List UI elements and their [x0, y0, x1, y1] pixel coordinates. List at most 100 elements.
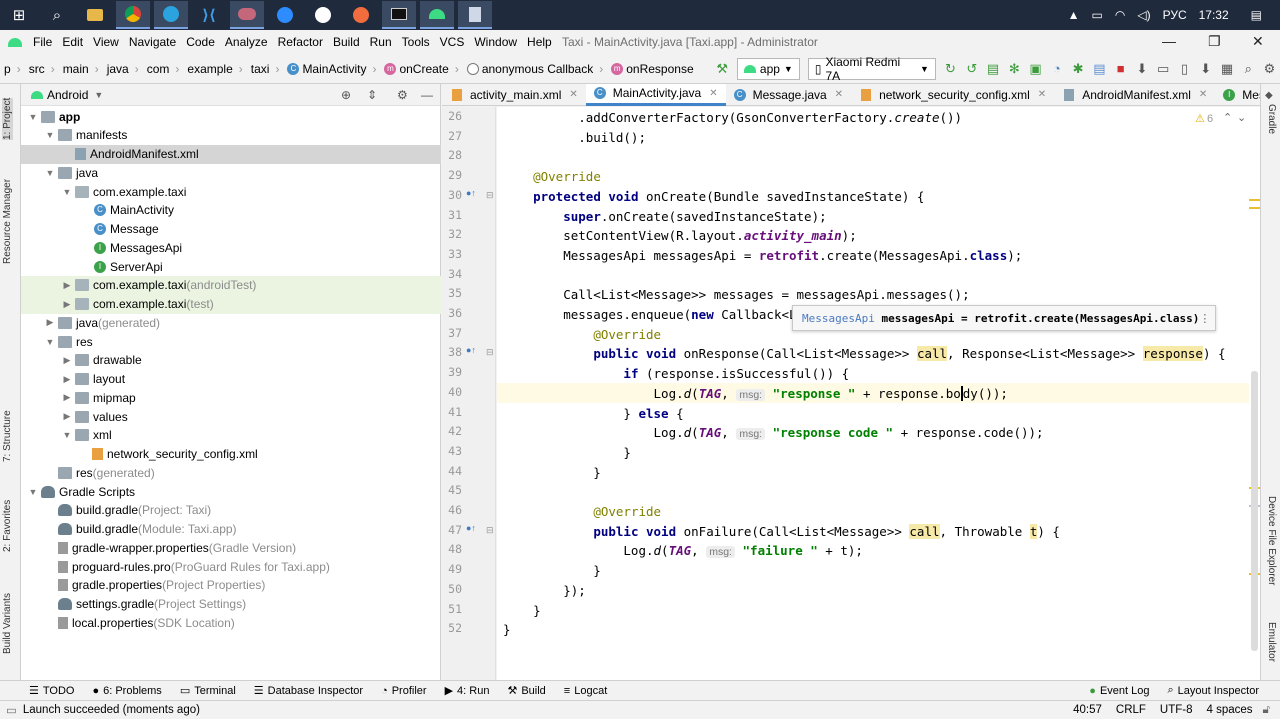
tray-chevron-icon[interactable]: ▲ [1068, 8, 1080, 22]
warning-icon[interactable]: ⚠ [1195, 112, 1205, 125]
close-tab-icon[interactable]: ✕ [1038, 89, 1046, 100]
menu-edit[interactable]: Edit [57, 35, 88, 49]
apply-changes-icon[interactable]: ↻ [940, 58, 961, 80]
minimize-icon[interactable]: — [1162, 33, 1176, 49]
profiler-tab[interactable]: ◔ Profiler [372, 685, 436, 697]
collapse-arrow-icon[interactable]: ▶ [61, 299, 73, 310]
tree-item[interactable]: build.gradle (Project: Taxi) [21, 501, 441, 520]
scroll-thumb[interactable] [1251, 371, 1258, 651]
override-marker-icon[interactable]: ●↑ [466, 523, 476, 533]
tree-item[interactable]: ▶ mipmap [21, 388, 441, 407]
tree-item[interactable]: ▶ java (generated) [21, 313, 441, 332]
windows-start-icon[interactable]: ⊞ [2, 1, 36, 29]
search-everywhere-icon[interactable]: ⌕ [1238, 58, 1259, 80]
menu-build[interactable]: Build [328, 35, 365, 49]
collapse-arrow-icon[interactable]: ▶ [61, 392, 73, 403]
chrome-icon[interactable] [116, 1, 150, 29]
file-encoding[interactable]: UTF-8 [1160, 704, 1193, 716]
override-marker-icon[interactable]: ●↑ [466, 345, 476, 355]
search-icon[interactable]: ⌕ [40, 1, 74, 29]
menu-view[interactable]: View [88, 35, 124, 49]
make-project-icon[interactable]: ⚒ [712, 58, 733, 80]
editor-scrollbar[interactable] [1249, 107, 1260, 680]
layout-inspector-tab[interactable]: ⌕ Layout Inspector [1158, 684, 1268, 697]
tree-item[interactable]: gradle.properties (Project Properties) [21, 576, 441, 595]
collapse-arrow-icon[interactable]: ▶ [61, 374, 73, 385]
prev-highlight-icon[interactable]: ⌃ [1223, 111, 1232, 124]
device-file-explorer-tab[interactable]: Device File Explorer [1266, 496, 1277, 585]
tree-item[interactable]: settings.gradle (Project Settings) [21, 595, 441, 614]
tree-item[interactable]: ▶ layout [21, 370, 441, 389]
next-highlight-icon[interactable]: ⌄ [1237, 111, 1246, 124]
terminal-icon[interactable] [382, 1, 416, 29]
emulator-tab[interactable]: Emulator [1266, 622, 1277, 662]
run-tests-icon[interactable]: ▤ [982, 58, 1003, 80]
problems-tab[interactable]: ● 6: Problems [83, 685, 170, 697]
logcat-icon[interactable]: ▤ [1089, 58, 1110, 80]
code-editor[interactable]: .addConverterFactory(GsonConverterFactor… [497, 107, 1249, 680]
fold-icon[interactable]: ⊟ [486, 347, 494, 358]
favorites-tab[interactable]: 2: Favorites [2, 500, 13, 552]
media-icon[interactable] [306, 1, 340, 29]
caret-position[interactable]: 40:57 [1073, 704, 1102, 716]
settings-icon[interactable]: ⚙ [1259, 58, 1280, 80]
status-message[interactable]: Launch succeeded (moments ago) [23, 704, 200, 716]
run-config-select[interactable]: app ▼ [736, 57, 800, 80]
restore-icon[interactable]: ❐ [1208, 33, 1221, 50]
apply-code-changes-icon[interactable]: ↺ [961, 58, 982, 80]
tree-item[interactable]: C Message [21, 220, 441, 239]
close-tab-icon[interactable]: ✕ [569, 89, 577, 100]
tree-item[interactable]: C MainActivity [21, 201, 441, 220]
tree-item[interactable]: proguard-rules.pro (ProGuard Rules for T… [21, 557, 441, 576]
wifi-icon[interactable]: ◠ [1115, 8, 1125, 22]
fold-icon[interactable]: ⊟ [486, 190, 494, 201]
expand-arrow-icon[interactable]: ▼ [27, 487, 39, 497]
collapse-arrow-icon[interactable]: ▶ [61, 355, 73, 366]
project-view-select[interactable]: Android [47, 88, 88, 102]
breadcrumb-anonymous-callback[interactable]: anonymous Callback › [463, 62, 607, 76]
tree-item[interactable]: ▼ java [21, 163, 441, 182]
notifications-icon[interactable]: ▤ [1251, 8, 1262, 22]
collapse-arrow-icon[interactable]: ▶ [44, 317, 56, 328]
tree-item[interactable]: ▼ manifests [21, 126, 441, 145]
build-tab[interactable]: ⚒ Build [498, 684, 554, 698]
expand-arrow-icon[interactable]: ▼ [27, 112, 39, 122]
lock-icon[interactable]: 🔓︎ [1263, 704, 1270, 717]
browser-icon[interactable] [344, 1, 378, 29]
breadcrumb-onresponse[interactable]: m onResponse [607, 62, 697, 76]
override-marker-icon[interactable]: ●↑ [466, 188, 476, 198]
tree-item[interactable]: ▼ app [21, 107, 441, 126]
tree-item[interactable]: ▼ res [21, 332, 441, 351]
warning-count[interactable]: 6 [1207, 113, 1213, 125]
tray-clock[interactable]: 17:32 [1199, 8, 1229, 22]
run-tab[interactable]: ▶ 4: Run [436, 684, 499, 698]
coverage-icon[interactable]: ▣ [1025, 58, 1046, 80]
menu-run[interactable]: Run [365, 35, 397, 49]
tab-message-java[interactable]: C Message.java ✕ [726, 84, 851, 106]
attach-debugger-icon[interactable]: ✱ [1067, 58, 1088, 80]
tray-language[interactable]: РУС [1163, 8, 1187, 22]
gradle-tab[interactable]: Gradle [1266, 104, 1277, 134]
tree-item[interactable]: ▶ drawable [21, 351, 441, 370]
logcat-tab[interactable]: ≡ Logcat [555, 685, 616, 697]
database-inspector-tab[interactable]: ☰ Database Inspector [245, 684, 372, 698]
menu-help[interactable]: Help [522, 35, 557, 49]
tree-item[interactable]: I MessagesApi [21, 238, 441, 257]
tab-mainactivity-java[interactable]: C MainActivity.java ✕ [585, 83, 726, 106]
tooltip-more-icon[interactable]: ⋮ [1199, 312, 1210, 325]
event-log-tab[interactable]: ● Event Log [1080, 685, 1158, 697]
menu-navigate[interactable]: Navigate [124, 35, 181, 49]
tree-item[interactable]: res (generated) [21, 463, 441, 482]
tree-item[interactable]: build.gradle (Module: Taxi.app) [21, 520, 441, 539]
breadcrumb-java[interactable]: java › [103, 62, 143, 76]
breadcrumb-main[interactable]: main › [59, 62, 103, 76]
tree-item[interactable]: I ServerApi [21, 257, 441, 276]
tree-item[interactable]: network_security_config.xml [21, 445, 441, 464]
menu-analyze[interactable]: Analyze [220, 35, 273, 49]
menu-window[interactable]: Window [469, 35, 522, 49]
expand-arrow-icon[interactable]: ▼ [61, 430, 73, 440]
tab-activity-main-xml[interactable]: activity_main.xml ✕ [442, 84, 586, 106]
status-toggle-icon[interactable]: ▭ [6, 703, 17, 717]
tree-item[interactable]: ▶ values [21, 407, 441, 426]
layout-inspector-icon[interactable]: ▭ [1153, 58, 1174, 80]
